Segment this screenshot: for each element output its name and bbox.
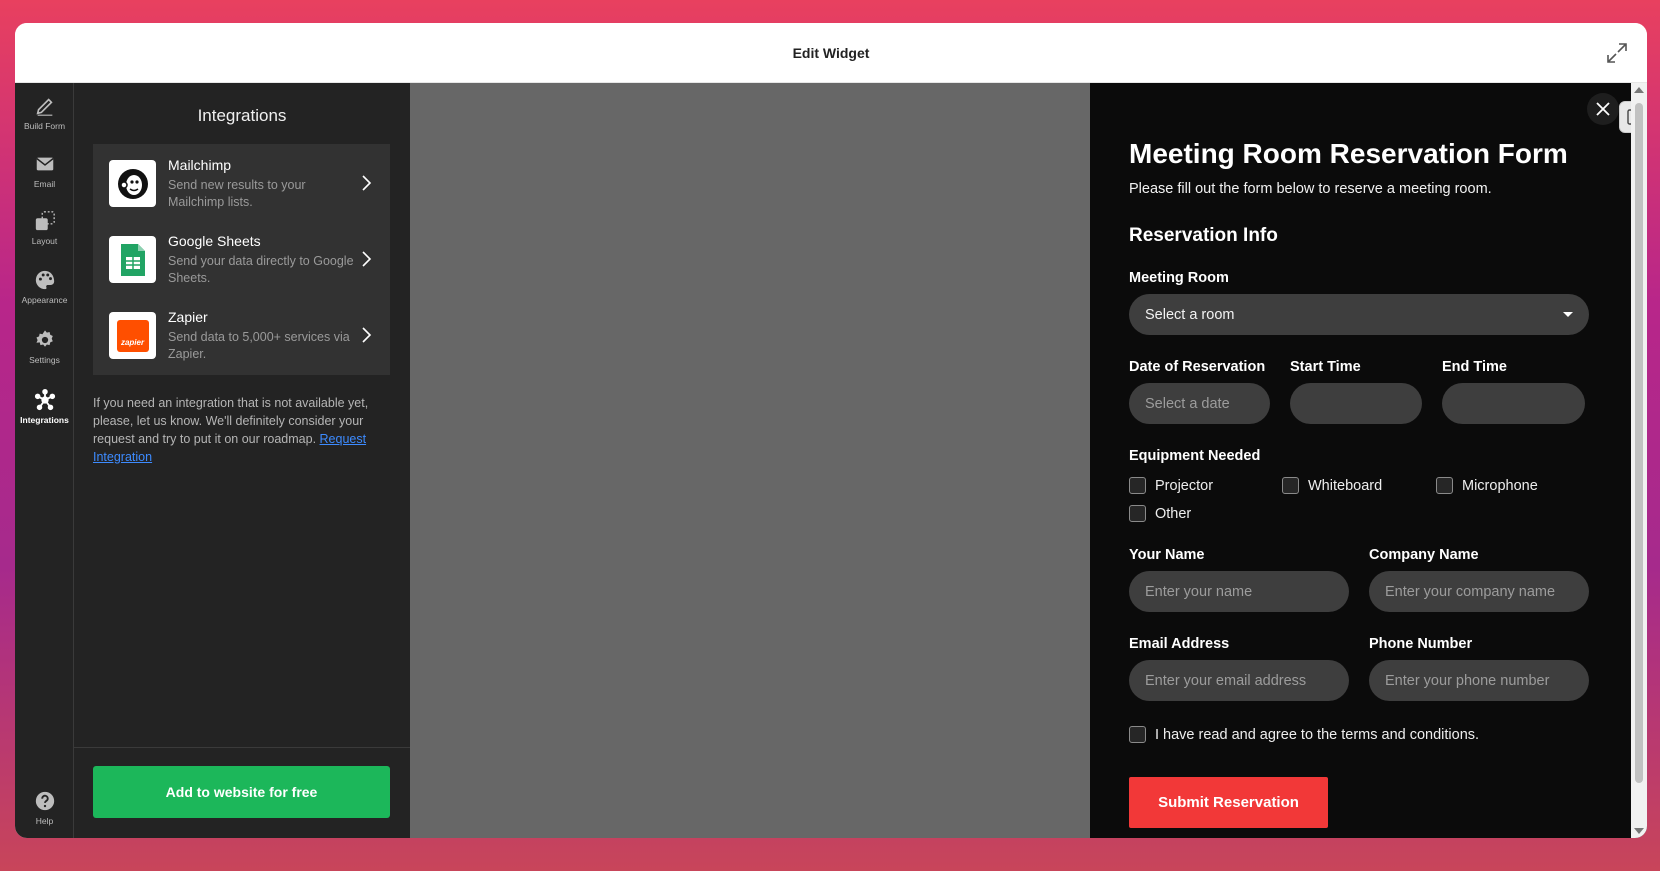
company-name-label: Company Name — [1369, 547, 1479, 563]
expand-icon[interactable] — [1605, 41, 1629, 65]
caret-down-icon — [1563, 312, 1573, 317]
mailchimp-logo — [109, 160, 156, 207]
checkbox-microphone[interactable]: Microphone — [1436, 477, 1538, 494]
sidebar-item-build-form[interactable]: Build Form — [15, 95, 74, 131]
edit-widget-window: Edit Widget Build Form Email Layout Appe… — [15, 23, 1647, 838]
sidebar-item-label: Layout — [31, 236, 58, 246]
palette-icon — [35, 270, 54, 290]
sidebar-item-label: Help — [35, 816, 54, 826]
sidebar-item-label: Email — [33, 179, 56, 189]
integration-name: Zapier — [168, 308, 208, 325]
integration-description: Send data to 5,000+ services via Zapier. — [168, 329, 350, 361]
sidebar-item-email[interactable]: Email — [15, 153, 74, 189]
section-title: Reservation Info — [1129, 225, 1278, 246]
start-time-field[interactable] — [1290, 383, 1422, 424]
chevron-right-icon — [362, 327, 372, 343]
end-time-label: End Time — [1442, 359, 1507, 375]
email-label: Email Address — [1129, 636, 1230, 652]
integration-description: Send your data directly to Google Sheets… — [168, 253, 354, 285]
layout-icon — [35, 211, 55, 231]
close-icon — [1596, 102, 1610, 116]
start-time-label: Start Time — [1290, 359, 1361, 375]
meeting-room-label: Meeting Room — [1129, 270, 1229, 286]
form-subtitle: Please fill out the form below to reserv… — [1129, 181, 1492, 197]
help-icon — [35, 791, 54, 811]
sidebar-item-label: Build Form — [23, 121, 66, 131]
sidebar-item-label: Integrations — [20, 415, 69, 425]
integration-zapier[interactable]: zapier Zapier Send data to 5,000+ servic… — [93, 296, 390, 375]
zapier-logo: zapier — [109, 312, 156, 359]
checkbox-box[interactable] — [1129, 726, 1146, 743]
checkbox-box[interactable] — [1129, 477, 1146, 494]
pencil-icon — [36, 98, 53, 116]
icon-sidebar: Build Form Email Layout Appearance Setti… — [15, 83, 74, 838]
terms-checkbox[interactable]: I have read and agree to the terms and c… — [1129, 726, 1479, 743]
integrations-icon — [34, 389, 55, 411]
mail-icon — [35, 157, 54, 171]
integration-name: Google Sheets — [168, 232, 261, 249]
sidebar-item-label: Settings — [29, 355, 60, 365]
checkbox-whiteboard[interactable]: Whiteboard — [1282, 477, 1382, 494]
sidebar-item-integrations[interactable]: Integrations — [15, 389, 74, 425]
your-name-label: Your Name — [1129, 547, 1205, 563]
scroll-down-arrow-icon[interactable] — [1634, 828, 1644, 834]
your-name-input[interactable]: Enter your name — [1129, 571, 1349, 612]
phone-input[interactable]: Enter your phone number — [1369, 660, 1589, 701]
checkbox-projector[interactable]: Projector — [1129, 477, 1213, 494]
checkbox-other[interactable]: Other — [1129, 505, 1191, 522]
company-name-input[interactable]: Enter your company name — [1369, 571, 1589, 612]
panel-title: Integrations — [197, 106, 287, 125]
end-time-field[interactable] — [1442, 383, 1585, 424]
equipment-label: Equipment Needed — [1129, 448, 1261, 464]
sidebar-item-settings[interactable]: Settings — [15, 329, 74, 365]
scroll-up-arrow-icon[interactable] — [1634, 87, 1644, 93]
title-bar: Edit Widget — [15, 23, 1647, 83]
integration-mailchimp[interactable]: Mailchimp Send new results to your Mailc… — [93, 144, 390, 223]
meeting-room-select[interactable]: Select a room — [1129, 294, 1589, 335]
integration-description: Send new results to your Mailchimp lists… — [168, 177, 306, 209]
window-title: Edit Widget — [792, 44, 870, 61]
integration-name: Mailchimp — [168, 156, 232, 173]
email-input[interactable]: Enter your email address — [1129, 660, 1349, 701]
sidebar-item-layout[interactable]: Layout — [15, 210, 74, 246]
google-sheets-logo — [109, 236, 156, 283]
panel-footer: Add to website for free — [74, 747, 410, 838]
gear-icon — [35, 330, 53, 347]
add-to-website-button[interactable]: Add to website for free — [93, 766, 390, 818]
preview-canvas — [410, 83, 1090, 838]
form-title: Meeting Room Reservation Form — [1129, 138, 1568, 169]
form-scrollbar[interactable] — [1631, 83, 1647, 838]
date-label: Date of Reservation — [1129, 359, 1266, 375]
integration-google-sheets[interactable]: Google Sheets Send your data directly to… — [93, 220, 390, 299]
integration-request-note: If you need an integration that is not a… — [93, 396, 369, 464]
integrations-panel: Integrations Mailchimp Send new results … — [74, 83, 410, 838]
date-field[interactable]: Select a date — [1129, 383, 1270, 424]
phone-label: Phone Number — [1369, 636, 1473, 652]
sidebar-item-label: Appearance — [21, 295, 68, 305]
chevron-right-icon — [362, 175, 372, 191]
checkbox-box[interactable] — [1129, 505, 1146, 522]
checkbox-box[interactable] — [1436, 477, 1453, 494]
sidebar-item-help[interactable]: Help — [15, 790, 74, 826]
sidebar-item-appearance[interactable]: Appearance — [15, 269, 74, 305]
close-button[interactable] — [1587, 93, 1619, 125]
scrollbar-thumb[interactable] — [1635, 103, 1643, 783]
submit-reservation-button[interactable]: Submit Reservation — [1129, 777, 1328, 828]
checkbox-box[interactable] — [1282, 477, 1299, 494]
form-preview-pane: Meeting Room Reservation Form Please fil… — [1090, 83, 1647, 838]
chevron-right-icon — [362, 251, 372, 267]
